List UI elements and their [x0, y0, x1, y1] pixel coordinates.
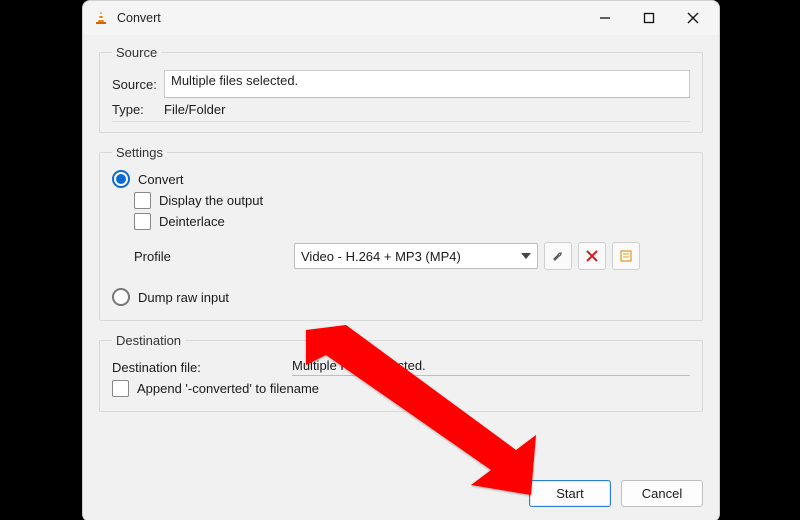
convert-window: Convert Source Source: Multiple files se…	[82, 0, 720, 520]
convert-radio-row[interactable]: Convert	[112, 170, 690, 188]
profile-combobox[interactable]: Video - H.264 + MP3 (MP4)	[294, 243, 538, 269]
window-controls	[583, 3, 715, 33]
convert-radio[interactable]	[112, 170, 130, 188]
settings-legend: Settings	[112, 145, 167, 160]
dialog-footer: Start Cancel	[83, 472, 719, 520]
close-button[interactable]	[671, 3, 715, 33]
profile-label: Profile	[134, 249, 294, 264]
divider	[112, 121, 690, 122]
destination-legend: Destination	[112, 333, 185, 348]
wrench-icon	[551, 249, 565, 263]
edit-profile-button[interactable]	[544, 242, 572, 270]
destination-group: Destination Destination file: Multiple F…	[99, 333, 703, 412]
display-output-row[interactable]: Display the output	[134, 192, 690, 209]
append-row[interactable]: Append '-converted' to filename	[112, 380, 690, 397]
x-icon	[586, 250, 598, 262]
profile-selected: Video - H.264 + MP3 (MP4)	[301, 249, 461, 264]
minimize-button[interactable]	[583, 3, 627, 33]
window-title: Convert	[117, 11, 583, 25]
new-file-icon	[619, 249, 633, 263]
display-output-checkbox[interactable]	[134, 192, 151, 209]
destination-file-label: Destination file:	[112, 360, 292, 375]
delete-profile-button[interactable]	[578, 242, 606, 270]
stage: Convert Source Source: Multiple files se…	[0, 0, 800, 520]
deinterlace-row[interactable]: Deinterlace	[134, 213, 690, 230]
type-label: Type:	[112, 102, 164, 117]
append-label: Append '-converted' to filename	[137, 381, 319, 396]
dump-raw-radio[interactable]	[112, 288, 130, 306]
source-legend: Source	[112, 45, 161, 60]
settings-group: Settings Convert Display the output Dein…	[99, 145, 703, 321]
new-profile-button[interactable]	[612, 242, 640, 270]
destination-file-field[interactable]: Multiple Files Selected.	[292, 358, 690, 376]
dump-raw-label: Dump raw input	[138, 290, 229, 305]
convert-label: Convert	[138, 172, 184, 187]
titlebar: Convert	[83, 1, 719, 35]
start-button[interactable]: Start	[529, 480, 611, 507]
type-value: File/Folder	[164, 102, 690, 117]
source-label: Source:	[112, 77, 164, 92]
deinterlace-label: Deinterlace	[159, 214, 225, 229]
maximize-button[interactable]	[627, 3, 671, 33]
chevron-down-icon	[521, 253, 531, 259]
deinterlace-checkbox[interactable]	[134, 213, 151, 230]
dump-raw-row[interactable]: Dump raw input	[112, 288, 690, 306]
display-output-label: Display the output	[159, 193, 263, 208]
source-field[interactable]: Multiple files selected.	[164, 70, 690, 98]
cancel-button[interactable]: Cancel	[621, 480, 703, 507]
vlc-cone-icon	[93, 10, 109, 26]
source-group: Source Source: Multiple files selected. …	[99, 45, 703, 133]
append-checkbox[interactable]	[112, 380, 129, 397]
